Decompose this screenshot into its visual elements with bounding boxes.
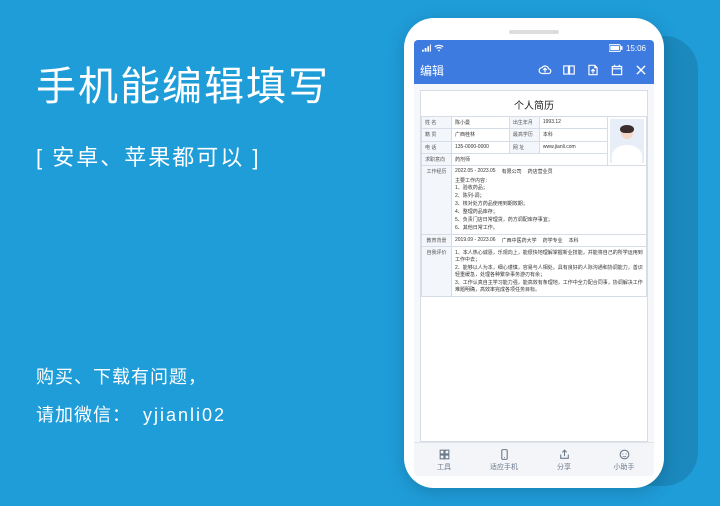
wechat-id: yjianli02 [143,405,226,425]
status-bar: 15:06 [414,40,654,56]
close-icon[interactable] [634,63,648,77]
app-bar: 编辑 [414,56,654,84]
nav-adapt[interactable]: 适应手机 [474,443,534,476]
headline: 手机能编辑填写 [36,54,330,112]
nav-helper[interactable]: 小助手 [594,443,654,476]
bottom-bar: 工具 适应手机 分享 小助手 [414,442,654,476]
cloud-upload-icon[interactable] [538,63,552,77]
phone-mockup: 15:06 编辑 个人简历 姓 名陈小曼 出生年月1993.12 [404,18,664,488]
help-line-1: 购买、下载有问题， [36,358,226,396]
subhead: [ 安卓、苹果都可以 ] [36,140,330,172]
grid-icon [438,448,451,461]
resume-title: 个人简历 [421,91,647,116]
signal-icon [422,44,431,52]
avatar-photo [610,119,644,163]
info-table: 姓 名陈小曼 出生年月1993.12 籍 贯广西桂林 最高学历本科 电 话135… [421,116,647,297]
resume-document[interactable]: 个人简历 姓 名陈小曼 出生年月1993.12 籍 贯广西桂林 最高学历本科 电… [420,90,648,442]
book-icon[interactable] [562,63,576,77]
nav-share[interactable]: 分享 [534,443,594,476]
calendar-icon[interactable] [610,63,624,77]
phone-icon [498,448,511,461]
help-line-2: 请加微信： yjianli02 [36,396,226,434]
nav-tools[interactable]: 工具 [414,443,474,476]
battery-icon [609,44,623,52]
wifi-icon [434,44,444,52]
edit-button[interactable]: 编辑 [420,62,444,79]
export-icon[interactable] [586,63,600,77]
phone-screen: 15:06 编辑 个人简历 姓 名陈小曼 出生年月1993.12 [414,40,654,476]
help-block: 购买、下载有问题， 请加微信： yjianli02 [36,358,226,434]
status-time: 15:06 [626,44,646,53]
helper-icon [618,448,631,461]
speaker [509,30,559,34]
share-icon [558,448,571,461]
